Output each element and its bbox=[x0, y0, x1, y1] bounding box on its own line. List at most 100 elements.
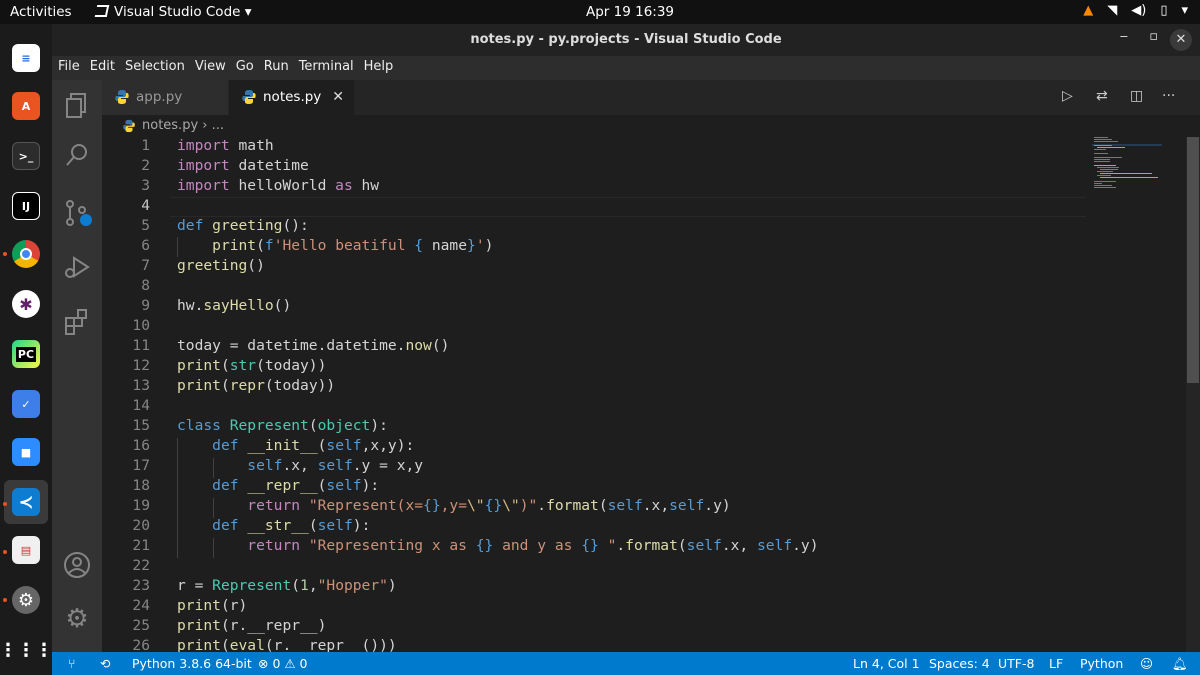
volume-icon[interactable]: ◀) bbox=[1131, 3, 1146, 18]
clock[interactable]: Apr 19 16:39 bbox=[580, 4, 680, 20]
line-number: 5 bbox=[141, 217, 150, 234]
show-applications-icon[interactable]: ⋮⋮⋮ bbox=[0, 636, 53, 664]
zoom-dock-icon[interactable]: ■ bbox=[12, 438, 40, 466]
compare-changes-button[interactable]: ⇄ bbox=[1096, 88, 1108, 104]
window-title: notes.py - py.projects - Visual Studio C… bbox=[470, 32, 782, 47]
system-tray[interactable]: ▲ ◥ ◀) ▯ ▾ bbox=[1083, 3, 1188, 18]
run-debug-icon[interactable] bbox=[62, 252, 92, 282]
code-line: return "Represent(x={},y=\"{}\")".format… bbox=[247, 497, 731, 514]
line-number: 21 bbox=[132, 537, 150, 554]
power-menu-icon[interactable]: ▾ bbox=[1181, 3, 1188, 18]
tab-label: notes.py bbox=[263, 89, 322, 105]
close-window-button[interactable]: ✕ bbox=[1170, 29, 1192, 51]
tasks-dock-icon[interactable]: ✓ bbox=[12, 390, 40, 418]
code-line: print(f'Hello beatiful { name}') bbox=[212, 237, 494, 254]
code-line: print(str(today)) bbox=[177, 357, 327, 374]
settings-dock-icon[interactable]: ⚙ bbox=[12, 586, 40, 614]
split-editor-button[interactable]: ◫ bbox=[1130, 88, 1143, 104]
line-number: 15 bbox=[132, 417, 150, 434]
indentation-setting[interactable]: Spaces: 4 bbox=[929, 656, 990, 671]
settings-gear-icon[interactable]: ⚙ bbox=[62, 604, 92, 634]
scrollbar-thumb[interactable] bbox=[1187, 137, 1199, 383]
code-line: import helloWorld as hw bbox=[177, 177, 380, 194]
activity-bar: ⚙ bbox=[52, 80, 102, 652]
activities-button[interactable]: Activities bbox=[10, 4, 72, 20]
menu-edit[interactable]: Edit bbox=[90, 56, 115, 80]
ubuntu-dock: ≡ A >_ IJ ✱ PC ✓ ■ ≺ ▤ ⚙ ⋮⋮⋮ bbox=[0, 24, 53, 675]
more-actions-button[interactable]: ··· bbox=[1162, 88, 1175, 104]
app-name: Visual Studio Code bbox=[114, 4, 241, 20]
battery-icon[interactable]: ▯ bbox=[1160, 3, 1167, 18]
line-number: 26 bbox=[132, 637, 150, 652]
code-line: print(r) bbox=[177, 597, 248, 614]
breadcrumb[interactable]: notes.py › ... bbox=[102, 115, 1200, 137]
text-editor-dock-icon[interactable]: ≡ bbox=[12, 44, 40, 72]
tab-label: app.py bbox=[136, 89, 183, 105]
maximize-button[interactable]: ▫ bbox=[1149, 29, 1158, 44]
window-title-bar[interactable]: notes.py - py.projects - Visual Studio C… bbox=[52, 24, 1200, 56]
vlc-icon[interactable]: ▲ bbox=[1083, 3, 1093, 18]
end-of-line[interactable]: LF bbox=[1049, 656, 1063, 671]
accounts-icon[interactable] bbox=[62, 550, 92, 580]
cursor-position[interactable]: Ln 4, Col 1 bbox=[853, 656, 920, 671]
vertical-scrollbar[interactable] bbox=[1186, 137, 1200, 652]
slack-dock-icon[interactable]: ✱ bbox=[12, 290, 40, 318]
system-top-bar: Activities Visual Studio Code ▾ Apr 19 1… bbox=[0, 0, 1200, 24]
line-number: 18 bbox=[132, 477, 150, 494]
running-indicator bbox=[3, 598, 7, 602]
language-mode[interactable]: Python bbox=[1080, 656, 1123, 671]
code-line: def __repr__(self): bbox=[212, 477, 380, 494]
software-center-dock-icon[interactable]: A bbox=[12, 92, 40, 120]
branch-icon[interactable]: ⑂ bbox=[68, 656, 76, 671]
line-number: 14 bbox=[132, 397, 150, 414]
pycharm-dock-icon[interactable]: PC bbox=[12, 340, 40, 368]
line-number: 13 bbox=[132, 377, 150, 394]
feedback-icon[interactable]: ☺ bbox=[1140, 656, 1153, 671]
minimap[interactable] bbox=[1092, 137, 1162, 197]
menu-selection[interactable]: Selection bbox=[125, 56, 185, 80]
chrome-dock-icon[interactable] bbox=[12, 240, 40, 268]
code-line: class Represent(object): bbox=[177, 417, 388, 434]
line-number: 19 bbox=[132, 497, 150, 514]
source-control-icon[interactable] bbox=[62, 198, 92, 228]
line-number: 22 bbox=[132, 557, 150, 574]
code-editor[interactable]: 1 2 3 4 5 6 7 8 9 10 11 12 13 14 15 16 1… bbox=[102, 137, 1186, 652]
search-icon[interactable] bbox=[62, 140, 92, 170]
app-menu[interactable]: Visual Studio Code ▾ bbox=[94, 4, 252, 20]
menu-help[interactable]: Help bbox=[364, 56, 394, 80]
code-line: import math bbox=[177, 137, 274, 154]
bell-icon[interactable]: 🔔︎ bbox=[1172, 656, 1188, 672]
problems-indicator[interactable]: ⊗ 0 ⚠ 0 bbox=[258, 656, 308, 671]
code-line: def __str__(self): bbox=[212, 517, 371, 534]
terminal-dock-icon[interactable]: >_ bbox=[12, 142, 40, 170]
close-tab-icon[interactable]: ✕ bbox=[332, 80, 344, 115]
run-python-file-button[interactable]: ▷ bbox=[1062, 88, 1073, 104]
line-number: 17 bbox=[132, 457, 150, 474]
document-viewer-dock-icon[interactable]: ▤ bbox=[12, 536, 40, 564]
file-encoding[interactable]: UTF-8 bbox=[998, 656, 1034, 671]
line-number: 3 bbox=[141, 177, 150, 194]
menu-terminal[interactable]: Terminal bbox=[299, 56, 354, 80]
intellij-dock-icon[interactable]: IJ bbox=[12, 192, 40, 220]
wifi-icon[interactable]: ◥ bbox=[1107, 3, 1117, 18]
line-number: 9 bbox=[141, 297, 150, 314]
minimize-button[interactable]: ‒ bbox=[1120, 29, 1128, 44]
line-number: 6 bbox=[141, 237, 150, 254]
extensions-icon[interactable] bbox=[62, 306, 92, 336]
menu-file[interactable]: File bbox=[58, 56, 80, 80]
code-line: r = Represent(1,"Hopper") bbox=[177, 577, 397, 594]
vscode-dock-icon[interactable]: ≺ bbox=[12, 488, 40, 516]
running-indicator bbox=[3, 502, 7, 506]
vscode-mini-icon bbox=[94, 5, 110, 17]
menu-view[interactable]: View bbox=[195, 56, 226, 80]
code-line: hw.sayHello() bbox=[177, 297, 292, 314]
python-file-icon bbox=[123, 119, 135, 133]
tab-notes-py[interactable]: notes.py ✕ bbox=[229, 80, 354, 115]
menu-bar: File Edit Selection View Go Run Terminal… bbox=[52, 56, 1200, 80]
menu-go[interactable]: Go bbox=[236, 56, 254, 80]
explorer-icon[interactable] bbox=[62, 90, 92, 120]
menu-run[interactable]: Run bbox=[264, 56, 289, 80]
python-interpreter[interactable]: Python 3.8.6 64-bit bbox=[132, 656, 252, 671]
live-share-icon[interactable]: ⟲ bbox=[100, 656, 110, 671]
tab-app-py[interactable]: app.py bbox=[102, 80, 228, 115]
